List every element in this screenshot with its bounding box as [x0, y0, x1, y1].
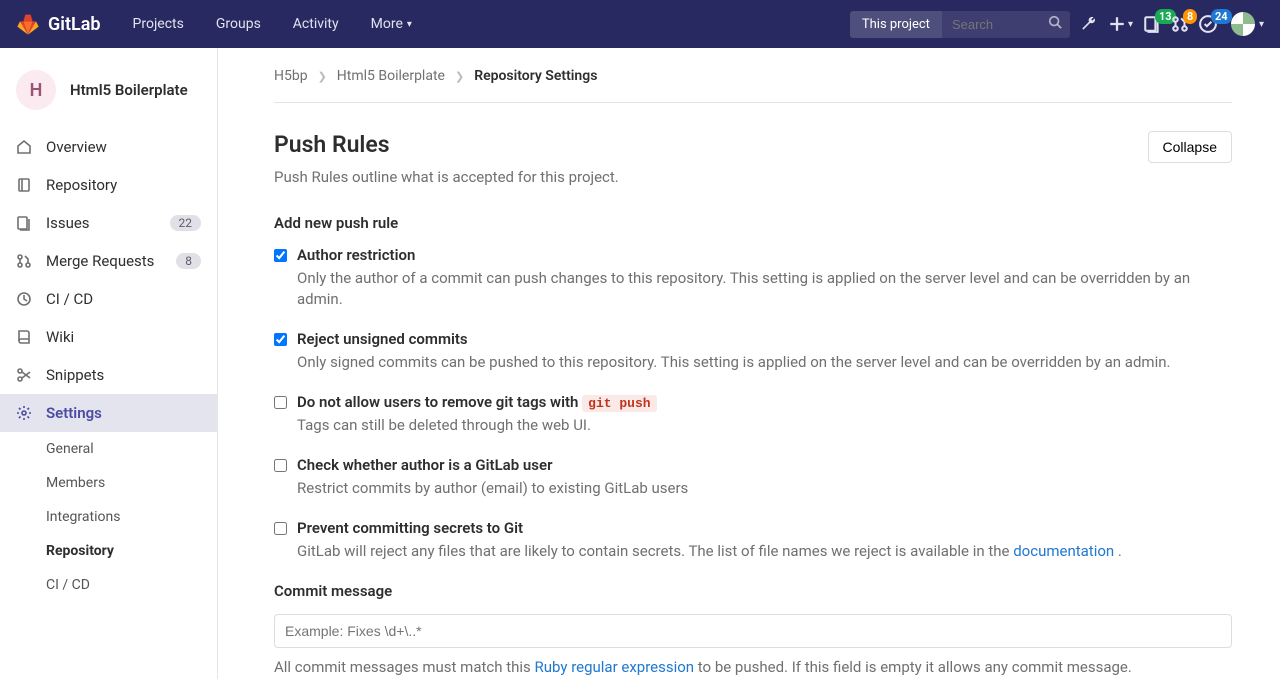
chevron-down-icon: ▾: [1259, 19, 1264, 30]
rule-author-restriction: Author restriction Only the author of a …: [274, 246, 1232, 310]
sub-integrations[interactable]: Integrations: [46, 500, 217, 534]
plus-icon[interactable]: ▾: [1108, 15, 1133, 33]
documentation-link[interactable]: documentation: [1013, 542, 1114, 560]
top-bar: GitLab Projects Groups Activity More▾ Th…: [0, 0, 1280, 48]
gear-icon: [16, 405, 32, 421]
checkbox-prevent-secrets[interactable]: [274, 522, 287, 535]
checkbox-author-restriction[interactable]: [274, 249, 287, 262]
collapse-button[interactable]: Collapse: [1148, 131, 1232, 163]
mrs-badge: 8: [1183, 9, 1197, 24]
chevron-right-icon: ❯: [318, 70, 327, 83]
rule-title: Reject unsigned commits: [297, 330, 1170, 348]
admin-wrench-icon[interactable]: [1080, 15, 1098, 33]
project-name: Html5 Boilerplate: [70, 81, 188, 99]
rule-title: Author restriction: [297, 246, 1232, 264]
nav-more[interactable]: More▾: [371, 16, 412, 32]
rule-title: Prevent committing secrets to Git: [297, 519, 1122, 537]
sub-repository[interactable]: Repository: [46, 534, 217, 568]
rule-title: Do not allow users to remove git tags wi…: [297, 393, 657, 411]
rule-check-gitlab-user: Check whether author is a GitLab user Re…: [274, 456, 1232, 499]
rule-prevent-secrets: Prevent committing secrets to Git GitLab…: [274, 519, 1232, 562]
main-content: H5bp ❯ Html5 Boilerplate ❯ Repository Se…: [218, 48, 1280, 679]
todos-check-icon[interactable]: 24: [1199, 15, 1217, 33]
rule-title: Check whether author is a GitLab user: [297, 456, 688, 474]
user-avatar-icon: [1231, 12, 1255, 36]
issues-count: 22: [170, 215, 202, 231]
checkbox-check-gitlab-user[interactable]: [274, 459, 287, 472]
sidebar-item-wiki[interactable]: Wiki: [0, 318, 217, 356]
user-menu[interactable]: ▾: [1227, 12, 1264, 36]
commit-message-input[interactable]: [274, 614, 1232, 648]
rule-no-remove-tags: Do not allow users to remove git tags wi…: [274, 393, 1232, 436]
rocket-icon: [16, 291, 32, 307]
crumb-project[interactable]: Html5 Boilerplate: [337, 68, 445, 84]
rule-desc: Tags can still be deleted through the we…: [297, 415, 657, 436]
nav-groups[interactable]: Groups: [216, 16, 261, 32]
settings-submenu: General Members Integrations Repository …: [0, 432, 217, 602]
nav-projects[interactable]: Projects: [133, 16, 184, 32]
rule-desc: Only signed commits can be pushed to thi…: [297, 352, 1170, 373]
sub-general[interactable]: General: [46, 432, 217, 466]
commit-message-hint: All commit messages must match this Ruby…: [274, 656, 1232, 679]
top-right: This project ▾ 13 8 24 ▾: [850, 11, 1264, 38]
issues-icon: [16, 215, 32, 231]
nav-activity[interactable]: Activity: [293, 16, 339, 32]
book-icon: [16, 329, 32, 345]
merge-requests-shortcut-icon[interactable]: 8: [1171, 15, 1189, 33]
project-header[interactable]: H Html5 Boilerplate: [0, 60, 217, 128]
search-icon[interactable]: [1048, 15, 1062, 33]
mrs-count: 8: [176, 253, 201, 269]
section-title: Push Rules: [274, 131, 619, 158]
sidebar: H Html5 Boilerplate Overview Repository …: [0, 48, 218, 679]
sub-members[interactable]: Members: [46, 466, 217, 500]
checkbox-no-remove-tags[interactable]: [274, 396, 287, 409]
scissors-icon: [16, 367, 32, 383]
logo[interactable]: GitLab: [16, 12, 101, 36]
issues-shortcut-icon[interactable]: 13: [1143, 15, 1161, 33]
sidebar-item-overview[interactable]: Overview: [0, 128, 217, 166]
brand-text: GitLab: [48, 14, 101, 35]
add-new-heading: Add new push rule: [274, 214, 1232, 232]
search-wrap: This project: [850, 11, 1070, 38]
merge-icon: [16, 253, 32, 269]
sub-cicd[interactable]: CI / CD: [46, 568, 217, 602]
crumb-group[interactable]: H5bp: [274, 68, 308, 84]
code-git-push: git push: [582, 395, 656, 412]
top-nav: Projects Groups Activity More▾: [133, 16, 412, 32]
regex-link[interactable]: Ruby regular expression: [535, 658, 695, 676]
sidebar-item-issues[interactable]: Issues 22: [0, 204, 217, 242]
sidebar-item-repository[interactable]: Repository: [0, 166, 217, 204]
sidebar-item-merge-requests[interactable]: Merge Requests 8: [0, 242, 217, 280]
chevron-right-icon: ❯: [455, 70, 464, 83]
rule-desc: Restrict commits by author (email) to ex…: [297, 478, 688, 499]
search-scope[interactable]: This project: [850, 11, 942, 38]
breadcrumb: H5bp ❯ Html5 Boilerplate ❯ Repository Se…: [274, 68, 1232, 103]
rule-desc: Only the author of a commit can push cha…: [297, 268, 1232, 310]
checkbox-reject-unsigned[interactable]: [274, 333, 287, 346]
home-icon: [16, 139, 32, 155]
repo-icon: [16, 177, 32, 193]
rule-reject-unsigned: Reject unsigned commits Only signed comm…: [274, 330, 1232, 373]
section-header: Push Rules Push Rules outline what is ac…: [274, 131, 1232, 186]
crumb-current: Repository Settings: [474, 68, 597, 84]
rule-desc: GitLab will reject any files that are li…: [297, 541, 1122, 562]
section-subtitle: Push Rules outline what is accepted for …: [274, 168, 619, 186]
gitlab-logo-icon: [16, 12, 40, 36]
chevron-down-icon: ▾: [1128, 19, 1133, 30]
sidebar-item-snippets[interactable]: Snippets: [0, 356, 217, 394]
chevron-down-icon: ▾: [407, 19, 412, 30]
sidebar-item-cicd[interactable]: CI / CD: [0, 280, 217, 318]
sidebar-item-settings[interactable]: Settings: [0, 394, 217, 432]
project-avatar: H: [16, 70, 56, 110]
commit-message-label: Commit message: [274, 582, 1232, 600]
